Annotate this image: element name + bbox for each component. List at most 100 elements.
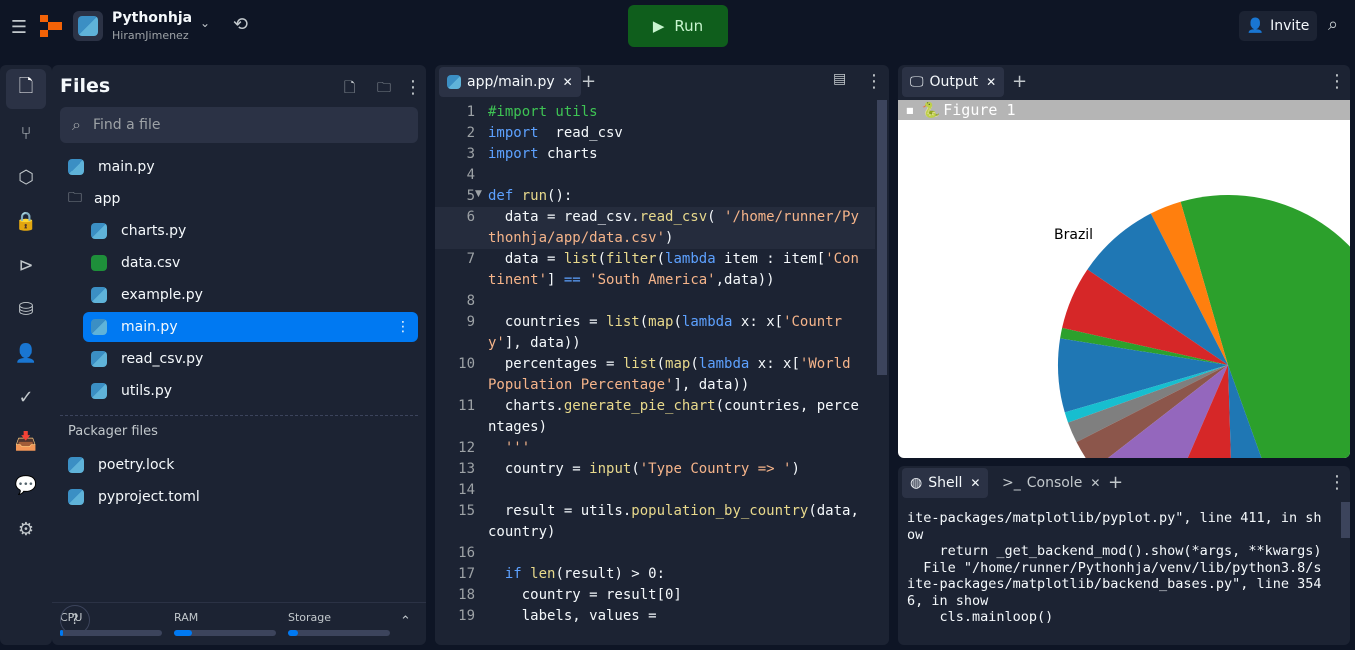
packager-file-item[interactable]: pyproject.toml (60, 482, 200, 512)
line-number: 15 (458, 503, 475, 519)
debugger-icon[interactable]: ⊳ (6, 245, 46, 285)
tab-output[interactable]: 🖵 Output ✕ (902, 67, 1005, 97)
file-search-input[interactable]: ⌕ Find a file (60, 107, 418, 143)
code-token: country = result[0] (488, 587, 682, 603)
tab-label: Console (1026, 475, 1083, 491)
menu-icon[interactable]: ☰ (8, 14, 30, 40)
code-token: x: x[ (732, 314, 784, 330)
chevron-down-icon[interactable]: ⌄ (200, 16, 210, 30)
code-line[interactable]: 11 charts.generate_pie_chart(countries, … (435, 396, 875, 438)
invite-button[interactable]: 👤 Invite (1239, 11, 1317, 41)
code-line[interactable]: 9 countries = list(map(lambda x: x['Coun… (435, 312, 875, 354)
shell-output[interactable]: ite-packages/matplotlib/pyplot.py", line… (907, 510, 1322, 626)
files-icon[interactable]: 🗋 (6, 69, 46, 109)
code-line[interactable]: 16 (435, 543, 875, 564)
shell-line: return _get_backend_mod().show(*args, **… (907, 543, 1322, 559)
code-line[interactable]: 7 data = list(filter(lambda item : item[… (435, 249, 875, 291)
close-icon[interactable]: ✕ (563, 75, 573, 89)
code-line[interactable]: 2 import read_csv (435, 123, 875, 144)
auth-icon[interactable]: 👤 (6, 333, 46, 373)
tab-main-py[interactable]: app/main.py ✕ (439, 67, 581, 97)
close-icon[interactable]: ✕ (970, 476, 980, 490)
code-line[interactable]: 1 #import utils (435, 102, 875, 123)
python-file-icon (68, 159, 84, 175)
scrollbar[interactable] (877, 100, 887, 375)
code-text: countries = list(map(lambda x: x['Countr… (488, 312, 860, 354)
file-item[interactable]: 🗀 app (60, 184, 418, 214)
resources-bar[interactable]: CPU RAM Storage (52, 602, 426, 636)
line-number: 7 (466, 251, 475, 267)
code-line[interactable]: 15 result = utils.population_by_country(… (435, 501, 875, 543)
code-line[interactable]: 18 country = result[0] (435, 585, 875, 606)
tab-console[interactable]: >_ Console ✕ (994, 468, 1108, 498)
line-number: 1 (466, 104, 475, 120)
repl-name[interactable]: Pythonhja (112, 10, 192, 26)
code-line[interactable]: 4 (435, 165, 875, 186)
more-options-icon[interactable]: ⋮ (1328, 472, 1346, 493)
code-line[interactable]: 8 (435, 291, 875, 312)
new-file-icon[interactable]: 🗋 (344, 77, 355, 101)
code-line[interactable]: 3 import charts (435, 144, 875, 165)
window-menu-icon[interactable]: ■ (906, 106, 914, 115)
file-item[interactable]: main.py (60, 152, 418, 182)
database-icon[interactable]: ⛁ (6, 289, 46, 329)
code-line[interactable]: 19 labels, values = (435, 606, 875, 627)
close-icon[interactable]: ✕ (986, 75, 996, 89)
git-icon[interactable]: ⑂ (6, 113, 46, 153)
tab-shell[interactable]: ◍ Shell ✕ (902, 468, 989, 498)
file-item[interactable]: main.py ⋮ (83, 312, 418, 342)
file-item[interactable]: charts.py (83, 216, 418, 246)
packager-file-item[interactable]: poetry.lock (60, 450, 174, 480)
code-token: x: x[ (749, 356, 800, 372)
file-item[interactable]: read_csv.py (83, 344, 418, 374)
figure-titlebar[interactable]: ■ 🐍 Figure 1 (898, 100, 1350, 120)
replit-logo-icon[interactable] (40, 15, 62, 37)
history-icon[interactable]: ⟲ (233, 14, 248, 35)
line-number: 12 (458, 440, 475, 456)
inbox-icon[interactable]: 📥 (6, 421, 46, 461)
close-icon[interactable]: ✕ (1090, 476, 1100, 490)
code-line[interactable]: 5 ▼ def run(): (435, 186, 875, 207)
run-button[interactable]: ▶ Run (628, 5, 728, 47)
format-icon[interactable]: ▤ (833, 71, 846, 87)
new-folder-icon[interactable]: 🗀 (377, 77, 391, 101)
code-line[interactable]: 12 ''' (435, 438, 875, 459)
chat-icon[interactable]: 💬 (6, 465, 46, 505)
code-line[interactable]: 13 country = input('Type Country => ') (435, 459, 875, 480)
more-options-icon[interactable]: ⋮ (404, 77, 422, 98)
search-icon[interactable]: ⌕ (1328, 14, 1338, 35)
packages-icon[interactable]: ⬡ (6, 157, 46, 197)
csv-file-icon (91, 255, 107, 271)
shell-panel: ◍ Shell ✕ >_ Console ✕ + ⋮ ite-packages/matp… (898, 466, 1350, 645)
new-tab-icon[interactable]: + (581, 71, 596, 92)
code-token: run (521, 188, 548, 204)
secrets-icon[interactable]: 🔒 (6, 201, 46, 241)
code-editor[interactable]: app/main.py ✕ + ▤ ⋮ 1 #import utils 2 import… (435, 65, 889, 645)
code-line[interactable]: 10 percentages = list(map(lambda x: x['W… (435, 354, 875, 396)
tests-icon[interactable]: ✓ (6, 377, 46, 417)
more-options-icon[interactable]: ⋮ (865, 71, 883, 92)
chevron-up-icon[interactable]: ⌃ (400, 614, 411, 629)
code-token: import (488, 125, 539, 141)
code-line[interactable]: 6 data = read_csv.read_csv( '/home/runne… (435, 207, 875, 249)
new-tab-icon[interactable]: + (1108, 472, 1123, 493)
code-text: result = utils.population_by_country(dat… (488, 501, 860, 543)
pie-label: Brazil (1054, 227, 1093, 243)
help-icon[interactable]: ? (60, 605, 90, 635)
file-item[interactable]: example.py (83, 280, 418, 310)
more-options-icon[interactable]: ⋮ (396, 319, 410, 335)
new-tab-icon[interactable]: + (1012, 71, 1027, 92)
file-item[interactable]: data.csv (83, 248, 418, 278)
settings-icon[interactable]: ⚙ (6, 509, 46, 549)
fold-icon[interactable]: ▼ (475, 189, 482, 199)
file-item[interactable]: utils.py (83, 376, 418, 406)
scrollbar[interactable] (1341, 502, 1350, 538)
more-options-icon[interactable]: ⋮ (1328, 71, 1346, 92)
code-line[interactable]: 14 (435, 480, 875, 501)
repl-owner[interactable]: HiramJimenez (112, 29, 189, 42)
code-line[interactable]: 17 if len(result) > 0: (435, 564, 875, 585)
